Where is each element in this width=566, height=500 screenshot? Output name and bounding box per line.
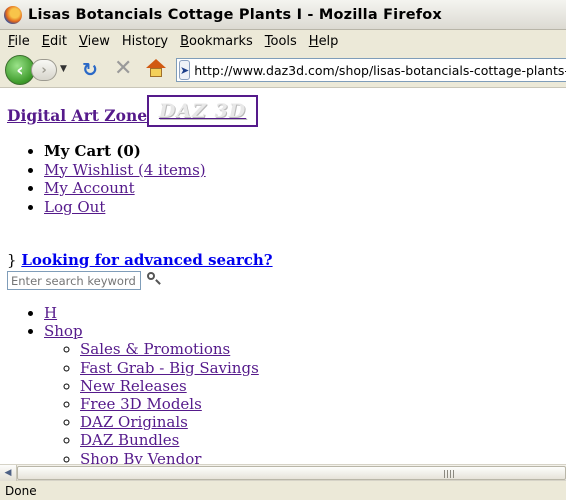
nav-shop-link[interactable]: Shop <box>44 322 83 340</box>
reload-icon[interactable]: ↻ <box>82 60 98 80</box>
list-item: DAZ Originals <box>80 413 259 431</box>
main-nav: H Shop Sales & Promotions Fast Grab - Bi… <box>0 304 259 464</box>
menu-view[interactable]: View <box>73 34 116 49</box>
daz3d-logo: DAZ 3D <box>158 100 247 122</box>
menu-tools[interactable]: Tools <box>259 34 303 49</box>
advanced-search-link[interactable]: Looking for advanced search? <box>21 251 272 269</box>
url-text[interactable]: http://www.daz3d.com/shop/lisas-botancia… <box>194 63 566 78</box>
stop-icon[interactable]: ✕ <box>114 58 132 80</box>
list-item: Free 3D Models <box>80 395 259 413</box>
menu-help[interactable]: Help <box>303 34 345 49</box>
list-item: Shop Sales & Promotions Fast Grab - Big … <box>44 322 259 464</box>
forward-button[interactable]: › <box>31 59 57 81</box>
list-item: My Account <box>44 179 206 198</box>
my-wishlist-link[interactable]: My Wishlist (4 items) <box>44 161 206 179</box>
back-arrow-icon: ‹ <box>16 59 24 81</box>
list-item: My Cart (0) <box>44 142 206 161</box>
menu-edit[interactable]: Edit <box>36 34 73 49</box>
nav-fast-grab-link[interactable]: Fast Grab - Big Savings <box>80 359 259 377</box>
home-icon[interactable] <box>146 59 166 79</box>
shop-submenu: Sales & Promotions Fast Grab - Big Savin… <box>44 340 259 464</box>
horizontal-scrollbar[interactable]: ◀ <box>0 464 566 481</box>
list-item: Log Out <box>44 198 206 217</box>
list-item: Sales & Promotions <box>80 340 259 358</box>
list-item: H <box>44 304 259 322</box>
menu-file[interactable]: File <box>2 34 36 49</box>
scrollbar-grip-icon <box>444 470 454 478</box>
daz3d-logo-link[interactable]: DAZ 3D <box>147 95 259 127</box>
site-identity-icon[interactable]: ➤ <box>179 60 191 80</box>
nav-home-link[interactable]: H <box>44 304 57 322</box>
nav-sales-promotions-link[interactable]: Sales & Promotions <box>80 340 230 358</box>
status-text: Done <box>5 484 37 498</box>
my-account-link[interactable]: My Account <box>44 179 135 197</box>
nav-daz-originals-link[interactable]: DAZ Originals <box>80 413 188 431</box>
history-dropdown-icon[interactable]: ▼ <box>60 64 67 74</box>
site-header: Digital Art Zone DAZ 3D <box>7 95 259 127</box>
menu-bookmarks[interactable]: Bookmarks <box>174 34 259 49</box>
my-cart-label: My Cart (0) <box>44 142 141 160</box>
status-bar: Done <box>0 482 566 500</box>
page-content: Digital Art Zone DAZ 3D My Cart (0) My W… <box>0 88 566 464</box>
firefox-icon <box>4 5 22 24</box>
menu-bar: File Edit View History Bookmarks Tools H… <box>0 30 566 52</box>
list-item: DAZ Bundles <box>80 431 259 449</box>
window-titlebar: Lisas Botancials Cottage Plants I - Mozi… <box>0 0 566 30</box>
advanced-search-line: } Looking for advanced search? <box>7 251 273 269</box>
menu-history[interactable]: History <box>116 34 174 49</box>
list-item: Fast Grab - Big Savings <box>80 359 259 377</box>
window-title: Lisas Botancials Cottage Plants I - Mozi… <box>28 6 442 23</box>
nav-daz-bundles-link[interactable]: DAZ Bundles <box>80 431 179 449</box>
account-links: My Cart (0) My Wishlist (4 items) My Acc… <box>0 142 206 216</box>
search-icon[interactable] <box>146 271 162 287</box>
scroll-left-icon[interactable]: ◀ <box>0 465 17 481</box>
nav-free-3d-models-link[interactable]: Free 3D Models <box>80 395 202 413</box>
nav-shop-by-vendor-link[interactable]: Shop By Vendor <box>80 450 201 464</box>
list-item: Shop By Vendor <box>80 450 259 464</box>
stray-brace: } <box>7 251 17 269</box>
list-item: My Wishlist (4 items) <box>44 161 206 180</box>
log-out-link[interactable]: Log Out <box>44 198 105 216</box>
forward-arrow-icon: › <box>41 62 47 78</box>
list-item: New Releases <box>80 377 259 395</box>
site-title-link[interactable]: Digital Art Zone <box>7 106 147 125</box>
url-bar[interactable]: ➤ http://www.daz3d.com/shop/lisas-botanc… <box>176 58 566 82</box>
navigation-toolbar: ‹ › ▼ ↻ ✕ ➤ http://www.daz3d.com/shop/li… <box>0 52 566 88</box>
scrollbar-thumb[interactable] <box>17 466 566 480</box>
nav-new-releases-link[interactable]: New Releases <box>80 377 187 395</box>
search-form <box>7 271 162 290</box>
search-input[interactable] <box>7 271 141 290</box>
